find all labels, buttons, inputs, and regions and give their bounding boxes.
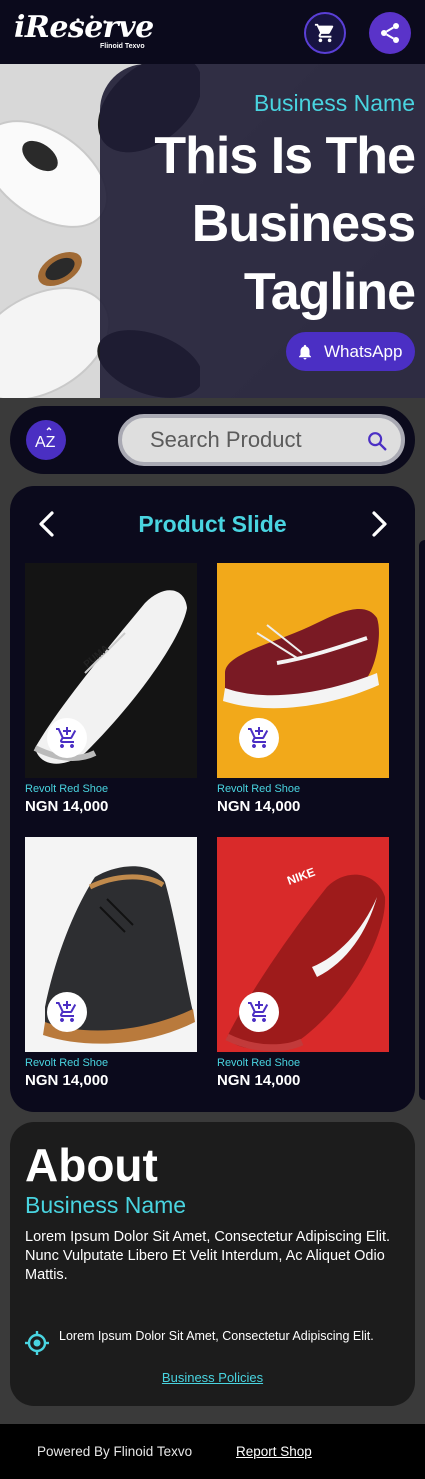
- about-description: Lorem Ipsum Dolor Sit Amet, Consectetur …: [25, 1229, 391, 1283]
- whatsapp-button[interactable]: WhatsApp: [286, 332, 415, 371]
- product-name[interactable]: Revolt Red Shoe: [217, 1057, 389, 1069]
- add-to-cart-icon: [56, 1001, 77, 1022]
- share-button[interactable]: [369, 12, 411, 54]
- about-title: About: [25, 1139, 158, 1191]
- location-target-icon: [25, 1331, 49, 1355]
- product-price: NGN 14,000: [25, 1072, 109, 1089]
- product-card[interactable]: Revolt Red Shoe NGN 14,000: [25, 837, 197, 1089]
- chevron-right-icon[interactable]: [368, 510, 390, 538]
- sort-az-icon: AZ: [35, 427, 56, 451]
- business-policies-link[interactable]: Business Policies: [10, 1370, 415, 1385]
- logo-subtitle: Flinoid Texvo: [100, 43, 145, 50]
- add-to-cart-button[interactable]: [239, 992, 279, 1032]
- product-price: NGN 14,000: [217, 798, 301, 815]
- add-to-cart-button[interactable]: [47, 992, 87, 1032]
- hero-tagline: This Is The Business Tagline: [154, 127, 416, 321]
- sort-az-button[interactable]: AZ: [26, 420, 66, 460]
- add-to-cart-icon: [248, 727, 269, 748]
- hero-banner: Business Name This Is The Business Tagli…: [0, 64, 425, 398]
- product-price: NGN 14,000: [217, 1072, 301, 1089]
- product-card[interactable]: Revolt Red Shoe NGN 14,000: [217, 563, 389, 815]
- report-shop-link[interactable]: Report Shop: [236, 1444, 312, 1459]
- bell-icon: [299, 344, 311, 359]
- product-price: NGN 14,000: [25, 798, 109, 815]
- about-section: About Business Name Lorem Ipsum Dolor Si…: [10, 1122, 415, 1406]
- add-to-cart-icon: [56, 727, 77, 748]
- search-icon[interactable]: [366, 430, 388, 452]
- product-name[interactable]: Revolt Red Shoe: [217, 783, 389, 795]
- about-business-name: Business Name: [25, 1192, 187, 1218]
- product-card[interactable]: NIKE Revolt Red Shoe NGN 14,000: [217, 837, 389, 1089]
- business-address: Lorem Ipsum Dolor Sit Amet, Consectetur …: [59, 1329, 374, 1343]
- powered-by-text: Powered By Flinoid Texvo: [37, 1444, 193, 1459]
- product-image[interactable]: [217, 563, 389, 778]
- svg-text:NIKE: NIKE: [285, 865, 317, 888]
- product-image[interactable]: NIKE: [217, 837, 389, 1052]
- sparkle-icon: [76, 15, 107, 24]
- next-slide-peek: [419, 540, 425, 1100]
- slide-title: Product Slide: [138, 511, 287, 537]
- search-bar: AZ: [10, 406, 415, 474]
- shopping-cart-icon: [314, 23, 334, 43]
- cart-button[interactable]: [304, 12, 346, 54]
- product-image[interactable]: PUMA: [25, 563, 197, 778]
- product-card[interactable]: PUMA Revolt Red Shoe NGN 14,000: [25, 563, 197, 815]
- whatsapp-label: WhatsApp: [324, 341, 403, 361]
- product-image[interactable]: [25, 837, 197, 1052]
- search-box: [118, 414, 405, 466]
- hero-business-name: Business Name: [253, 90, 415, 116]
- product-name[interactable]: Revolt Red Shoe: [25, 1057, 197, 1069]
- footer: Powered By Flinoid Texvo Report Shop: [0, 1424, 425, 1479]
- app-header: iReserve Flinoid Texvo: [0, 0, 425, 64]
- add-to-cart-button[interactable]: [239, 718, 279, 758]
- product-slide: Product Slide PUMA Revolt Red Shoe NGN 1…: [10, 486, 415, 1112]
- sort-az-text: AZ: [35, 434, 56, 451]
- logo[interactable]: iReserve Flinoid Texvo: [14, 10, 154, 54]
- add-to-cart-button[interactable]: [47, 718, 87, 758]
- search-input[interactable]: [150, 424, 360, 456]
- add-to-cart-icon: [248, 1001, 269, 1022]
- share-icon: [381, 23, 399, 43]
- product-name[interactable]: Revolt Red Shoe: [25, 783, 197, 795]
